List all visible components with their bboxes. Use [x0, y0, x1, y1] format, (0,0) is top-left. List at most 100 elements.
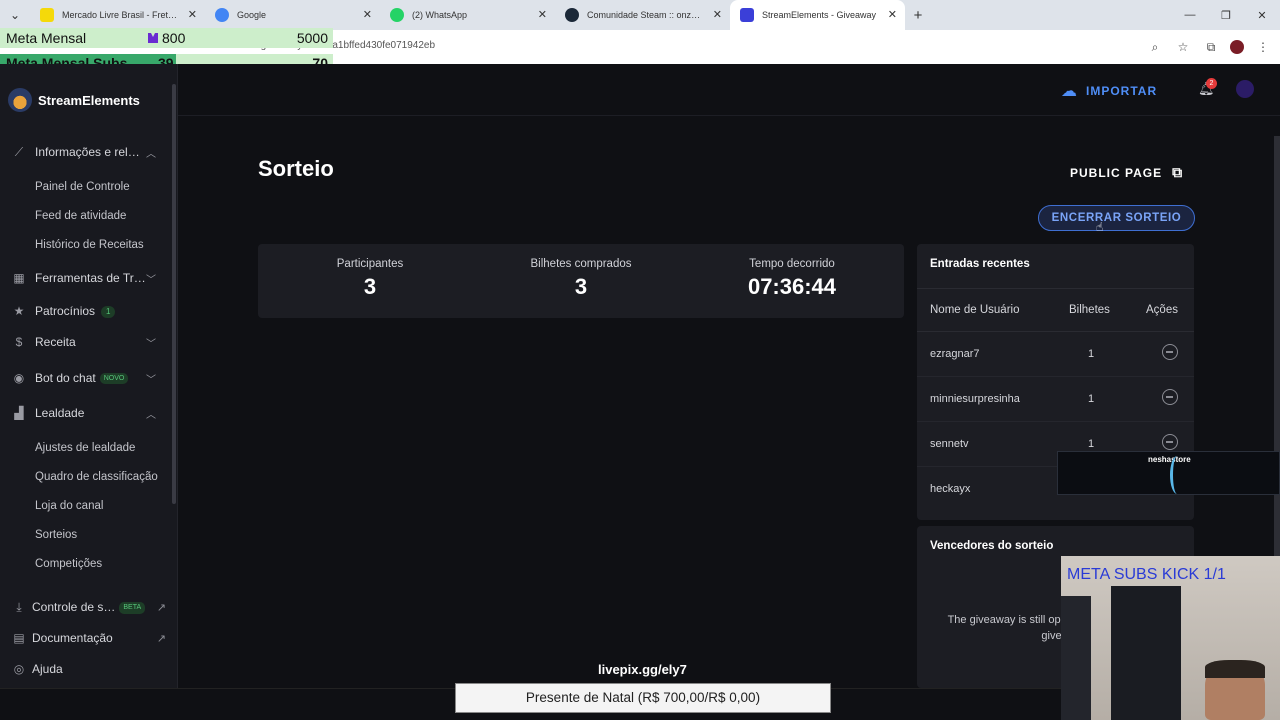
browser-tab[interactable]: Google ✕: [205, 0, 380, 30]
download-icon: ⤓: [16, 600, 22, 614]
end-giveaway-button[interactable]: ENCERRAR SORTEIO: [1038, 205, 1195, 231]
livepix-link: livepix.gg/ely7: [598, 662, 687, 677]
public-page-label: PUBLIC PAGE: [1070, 165, 1163, 180]
close-tab-icon[interactable]: ✕: [538, 8, 547, 21]
donation-goal-bar: Presente de Natal (R$ 700,00/R$ 0,00): [455, 683, 831, 713]
close-tab-icon[interactable]: ✕: [888, 8, 897, 21]
external-link-icon: ⧉: [1172, 164, 1184, 180]
sidebar-item-ajustes[interactable]: Ajustes de lealdade: [35, 442, 135, 454]
avatar[interactable]: [1236, 80, 1254, 98]
chevron-down-icon: ﹀: [146, 338, 156, 350]
count-badge: 1: [101, 305, 116, 318]
mercadolivre-favicon-icon: [40, 8, 54, 22]
beta-badge: BETA: [119, 601, 146, 614]
sidebar-item-loja[interactable]: Loja do canal: [35, 500, 103, 512]
import-label: IMPORTAR: [1086, 84, 1158, 98]
sidebar-item-historico[interactable]: Histórico de Receitas: [35, 239, 144, 251]
extensions-icon[interactable]: ⧉: [1202, 36, 1220, 58]
browser-tab-active[interactable]: StreamElements - Giveaway ✕: [730, 0, 905, 30]
neshastore-overlay: neshastore: [1057, 451, 1280, 495]
dollar-icon: $: [15, 335, 23, 349]
stat-label: Tempo decorrido: [749, 258, 835, 270]
entry-username: minniesurpresinha: [930, 393, 1020, 405]
profile-avatar[interactable]: [1230, 40, 1244, 54]
webcam-background: [1061, 596, 1091, 720]
stat-value: 3: [363, 274, 377, 299]
external-link-icon: ↗: [156, 632, 166, 645]
sidebar-item-ferramentas[interactable]: ▦ Ferramentas de Tr… ﹀: [0, 266, 176, 290]
close-window-icon[interactable]: ✕: [1244, 0, 1280, 30]
column-actions: Ações: [1146, 304, 1178, 316]
zoom-icon[interactable]: ⌕: [1146, 36, 1164, 58]
bookmark-star-icon[interactable]: ☆: [1174, 36, 1192, 58]
close-tab-icon[interactable]: ✕: [713, 8, 722, 21]
webcam-overlay: META SUBS KICK 1/1: [1061, 556, 1280, 720]
entry-tickets: 1: [1088, 348, 1095, 360]
tab-title: StreamElements - Giveaway: [762, 10, 877, 20]
tab-search-icon[interactable]: ⌄: [0, 0, 30, 30]
sidebar-item-label: Lealdade: [35, 406, 85, 420]
controle-label: Controle de s…: [32, 600, 116, 614]
stat-elapsed-time: Tempo decorrido 07:36:44: [692, 258, 892, 300]
sidebar-item-lealdade[interactable]: ▟ Lealdade ︿: [0, 401, 176, 425]
neshastore-logo-icon: [1170, 456, 1184, 494]
entry-username: heckayx: [930, 483, 971, 495]
kick-value: 800: [148, 30, 185, 46]
window-controls: — ❐ ✕: [1172, 0, 1280, 30]
sidebar-item-feed[interactable]: Feed de atividade: [35, 210, 126, 222]
sidebar-item-receita[interactable]: $ Receita ﹀: [0, 330, 176, 354]
sidebar-item-patrocinios[interactable]: ★ Patrocínios 1: [0, 299, 176, 323]
brand-name: StreamElements: [38, 92, 140, 108]
sidebar-item-controle[interactable]: ⤓ Controle de s… BETA ↗: [0, 595, 176, 619]
browser-tab-bar: ⌄ Mercado Livre Brasil - Frete Grátis ✕ …: [0, 0, 1280, 30]
public-page-link[interactable]: PUBLIC PAGE ⧉: [1070, 164, 1183, 181]
sidebar-item-documentacao[interactable]: ▤ Documentação ↗: [0, 626, 176, 650]
kick-value-text: 800: [162, 30, 186, 46]
minimize-icon[interactable]: —: [1172, 0, 1208, 30]
patrocinios-label: Patrocínios: [35, 304, 96, 318]
entry-username: sennetv: [930, 438, 969, 450]
browser-tab[interactable]: Comunidade Steam :: onze :: Im ✕: [555, 0, 730, 30]
stat-label: Bilhetes comprados: [530, 258, 632, 270]
browser-tab[interactable]: Mercado Livre Brasil - Frete Grátis ✕: [30, 0, 205, 30]
sidebar-item-competicoes[interactable]: Competições: [35, 558, 102, 570]
brand[interactable]: StreamElements: [8, 88, 140, 112]
sidebar-item-sorteios[interactable]: Sorteios: [35, 529, 77, 541]
close-tab-icon[interactable]: ✕: [188, 8, 197, 21]
entries-table-header: Nome de Usuário Bilhetes Ações: [917, 288, 1194, 332]
sidebar-item-painel[interactable]: Painel de Controle: [35, 181, 130, 193]
sidebar-item-label: Patrocínios 1: [35, 304, 116, 318]
chart-line-icon: ⟋: [14, 145, 24, 159]
remove-entry-icon[interactable]: [1162, 389, 1178, 405]
streamelements-favicon-icon: [740, 8, 754, 22]
column-tickets: Bilhetes: [1069, 304, 1110, 316]
close-tab-icon[interactable]: ✕: [363, 8, 372, 21]
entry-tickets: 1: [1088, 393, 1095, 405]
sidebar-item-label: Bot do chat NOVO: [35, 371, 129, 385]
sidebar-item-label: Ajuda: [32, 662, 63, 676]
streamer-hair: [1205, 660, 1265, 678]
google-favicon-icon: [215, 8, 229, 22]
external-link-icon: ↗: [156, 601, 166, 614]
new-badge: NOVO: [99, 373, 129, 385]
import-button[interactable]: ☁ IMPORTAR: [1061, 81, 1157, 101]
remove-entry-icon[interactable]: [1162, 344, 1178, 360]
sidebar-item-quadro[interactable]: Quadro de classificação: [35, 471, 158, 483]
help-icon: ◎: [13, 662, 25, 676]
meta-mensal-label: Meta Mensal: [6, 30, 87, 46]
browser-menu-icon[interactable]: ⋮: [1254, 36, 1272, 58]
browser-tab[interactable]: (2) WhatsApp ✕: [380, 0, 555, 30]
winners-title: Vencedores do sorteio: [930, 540, 1054, 552]
remove-entry-icon[interactable]: [1162, 434, 1178, 450]
sidebar-item-bot[interactable]: ◉ Bot do chat NOVO ﹀: [0, 366, 176, 390]
new-tab-icon[interactable]: +: [905, 0, 931, 30]
sidebar-item-ajuda[interactable]: ◎ Ajuda: [0, 657, 176, 681]
entry-tickets: 1: [1088, 438, 1095, 450]
restore-icon[interactable]: ❐: [1208, 0, 1244, 30]
sidebar-item-informacoes[interactable]: ⟋ Informações e rel… ︿: [0, 140, 176, 164]
top-bar: ☁ IMPORTAR 🔔︎ 2: [178, 64, 1280, 116]
tab-title: Mercado Livre Brasil - Frete Grátis: [62, 10, 179, 20]
chevron-down-icon: ﹀: [146, 374, 156, 386]
whatsapp-favicon-icon: [390, 8, 404, 22]
webcam-background: [1111, 586, 1181, 720]
